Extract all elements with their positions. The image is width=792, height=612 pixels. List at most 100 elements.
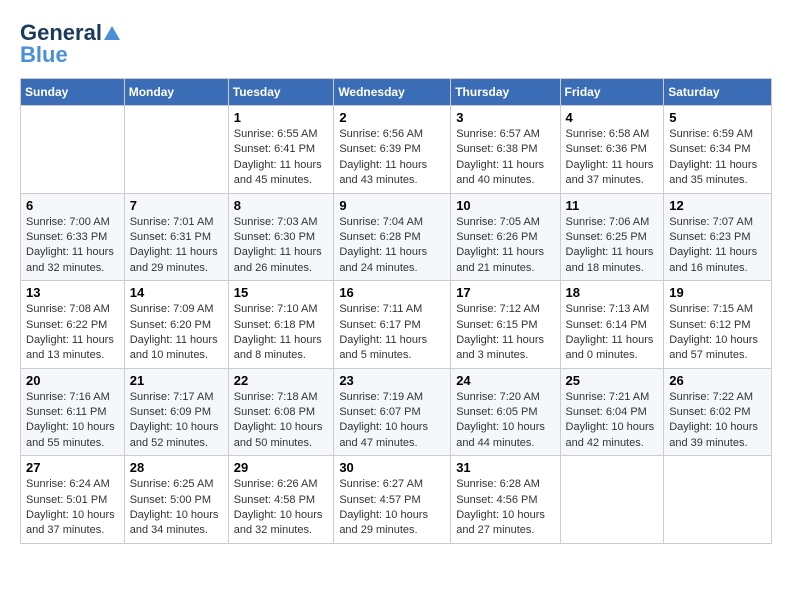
calendar-cell: 20 Sunrise: 7:16 AMSunset: 6:11 PMDayligh…	[21, 368, 125, 456]
day-info: Sunrise: 7:21 AMSunset: 6:04 PMDaylight:…	[566, 390, 659, 452]
day-number: 21	[130, 373, 223, 388]
calendar-cell: 12 Sunrise: 7:07 AMSunset: 6:23 PMDayligh…	[664, 193, 772, 281]
calendar-cell: 3 Sunrise: 6:57 AMSunset: 6:38 PMDaylight…	[451, 106, 560, 194]
day-number: 14	[130, 285, 223, 300]
day-info: Sunrise: 7:07 AMSunset: 6:23 PMDaylight:…	[669, 215, 766, 277]
calendar-cell: 25 Sunrise: 7:21 AMSunset: 6:04 PMDayligh…	[560, 368, 664, 456]
day-number: 9	[339, 198, 445, 213]
page-header: General Blue	[20, 20, 772, 68]
logo-icon	[103, 24, 121, 42]
calendar-cell: 23Sunrise: 7:19 AMSunset: 6:07 PMDayligh…	[334, 368, 451, 456]
calendar-cell: 21 Sunrise: 7:17 AMSunset: 6:09 PMDayligh…	[124, 368, 228, 456]
calendar-cell: 17 Sunrise: 7:12 AMSunset: 6:15 PMDayligh…	[451, 281, 560, 369]
day-number: 25	[566, 373, 659, 388]
calendar-cell: 7 Sunrise: 7:01 AMSunset: 6:31 PMDaylight…	[124, 193, 228, 281]
day-info: Sunrise: 7:12 AMSunset: 6:15 PMDaylight:…	[456, 302, 554, 364]
day-number: 26	[669, 373, 766, 388]
day-info: Sunrise: 6:27 AMSunset: 4:57 PMDaylight:…	[339, 477, 445, 539]
day-info: Sunrise: 7:16 AMSunset: 6:11 PMDaylight:…	[26, 390, 119, 452]
day-info: Sunrise: 7:11 AMSunset: 6:17 PMDaylight:…	[339, 302, 445, 364]
day-info: Sunrise: 6:25 AMSunset: 5:00 PMDaylight:…	[130, 477, 223, 539]
calendar-cell: 26 Sunrise: 7:22 AMSunset: 6:02 PMDayligh…	[664, 368, 772, 456]
day-number: 1	[234, 110, 329, 125]
day-info: Sunrise: 7:01 AMSunset: 6:31 PMDaylight:…	[130, 215, 223, 277]
calendar-week-3: 13Sunrise: 7:08 AMSunset: 6:22 PMDayligh…	[21, 281, 772, 369]
day-number: 16	[339, 285, 445, 300]
day-info: Sunrise: 7:04 AMSunset: 6:28 PMDaylight:…	[339, 215, 445, 277]
calendar-cell: 1 Sunrise: 6:55 AMSunset: 6:41 PMDaylight…	[228, 106, 334, 194]
day-number: 29	[234, 460, 329, 475]
day-number: 7	[130, 198, 223, 213]
day-number: 8	[234, 198, 329, 213]
day-info: Sunrise: 6:28 AMSunset: 4:56 PMDaylight:…	[456, 477, 554, 539]
calendar-table: SundayMondayTuesdayWednesdayThursdayFrid…	[20, 78, 772, 544]
day-number: 22	[234, 373, 329, 388]
day-info: Sunrise: 7:05 AMSunset: 6:26 PMDaylight:…	[456, 215, 554, 277]
weekday-header-saturday: Saturday	[664, 79, 772, 106]
calendar-cell: 10 Sunrise: 7:05 AMSunset: 6:26 PMDayligh…	[451, 193, 560, 281]
calendar-week-2: 6Sunrise: 7:00 AMSunset: 6:33 PMDaylight…	[21, 193, 772, 281]
day-info: Sunrise: 6:55 AMSunset: 6:41 PMDaylight:…	[234, 127, 329, 189]
day-number: 18	[566, 285, 659, 300]
calendar-cell	[664, 456, 772, 544]
weekday-header-monday: Monday	[124, 79, 228, 106]
calendar-cell: 22Sunrise: 7:18 AMSunset: 6:08 PMDayligh…	[228, 368, 334, 456]
calendar-cell: 16 Sunrise: 7:11 AMSunset: 6:17 PMDayligh…	[334, 281, 451, 369]
day-info: Sunrise: 7:08 AMSunset: 6:22 PMDaylight:…	[26, 302, 119, 364]
calendar-cell: 28Sunrise: 6:25 AMSunset: 5:00 PMDayligh…	[124, 456, 228, 544]
calendar-cell: 4 Sunrise: 6:58 AMSunset: 6:36 PMDaylight…	[560, 106, 664, 194]
day-info: Sunrise: 7:06 AMSunset: 6:25 PMDaylight:…	[566, 215, 659, 277]
day-number: 20	[26, 373, 119, 388]
day-number: 6	[26, 198, 119, 213]
day-info: Sunrise: 7:10 AMSunset: 6:18 PMDaylight:…	[234, 302, 329, 364]
calendar-cell: 27 Sunrise: 6:24 AMSunset: 5:01 PMDayligh…	[21, 456, 125, 544]
day-info: Sunrise: 6:59 AMSunset: 6:34 PMDaylight:…	[669, 127, 766, 189]
weekday-header-friday: Friday	[560, 79, 664, 106]
day-number: 31	[456, 460, 554, 475]
day-info: Sunrise: 6:57 AMSunset: 6:38 PMDaylight:…	[456, 127, 554, 189]
weekday-header-sunday: Sunday	[21, 79, 125, 106]
calendar-cell: 24Sunrise: 7:20 AMSunset: 6:05 PMDayligh…	[451, 368, 560, 456]
calendar-header-row: SundayMondayTuesdayWednesdayThursdayFrid…	[21, 79, 772, 106]
calendar-cell: 2Sunrise: 6:56 AMSunset: 6:39 PMDaylight…	[334, 106, 451, 194]
day-info: Sunrise: 7:20 AMSunset: 6:05 PMDaylight:…	[456, 390, 554, 452]
day-info: Sunrise: 6:58 AMSunset: 6:36 PMDaylight:…	[566, 127, 659, 189]
calendar-cell: 14 Sunrise: 7:09 AMSunset: 6:20 PMDayligh…	[124, 281, 228, 369]
calendar-cell: 15 Sunrise: 7:10 AMSunset: 6:18 PMDayligh…	[228, 281, 334, 369]
calendar-week-5: 27 Sunrise: 6:24 AMSunset: 5:01 PMDayligh…	[21, 456, 772, 544]
calendar-body: 1 Sunrise: 6:55 AMSunset: 6:41 PMDaylight…	[21, 106, 772, 544]
day-number: 15	[234, 285, 329, 300]
day-info: Sunrise: 7:15 AMSunset: 6:12 PMDaylight:…	[669, 302, 766, 364]
weekday-header-thursday: Thursday	[451, 79, 560, 106]
weekday-header-wednesday: Wednesday	[334, 79, 451, 106]
day-number: 4	[566, 110, 659, 125]
calendar-cell: 8 Sunrise: 7:03 AMSunset: 6:30 PMDaylight…	[228, 193, 334, 281]
day-info: Sunrise: 7:17 AMSunset: 6:09 PMDaylight:…	[130, 390, 223, 452]
calendar-week-4: 20 Sunrise: 7:16 AMSunset: 6:11 PMDayligh…	[21, 368, 772, 456]
day-number: 5	[669, 110, 766, 125]
calendar-cell: 6Sunrise: 7:00 AMSunset: 6:33 PMDaylight…	[21, 193, 125, 281]
day-info: Sunrise: 7:09 AMSunset: 6:20 PMDaylight:…	[130, 302, 223, 364]
logo: General Blue	[20, 20, 121, 68]
day-number: 11	[566, 198, 659, 213]
day-info: Sunrise: 7:13 AMSunset: 6:14 PMDaylight:…	[566, 302, 659, 364]
day-number: 12	[669, 198, 766, 213]
logo-blue: Blue	[20, 42, 68, 68]
calendar-cell	[124, 106, 228, 194]
day-number: 17	[456, 285, 554, 300]
calendar-cell: 31 Sunrise: 6:28 AMSunset: 4:56 PMDayligh…	[451, 456, 560, 544]
day-number: 23	[339, 373, 445, 388]
day-number: 19	[669, 285, 766, 300]
day-info: Sunrise: 6:24 AMSunset: 5:01 PMDaylight:…	[26, 477, 119, 539]
day-info: Sunrise: 7:03 AMSunset: 6:30 PMDaylight:…	[234, 215, 329, 277]
day-number: 10	[456, 198, 554, 213]
calendar-cell	[21, 106, 125, 194]
day-number: 27	[26, 460, 119, 475]
day-info: Sunrise: 7:22 AMSunset: 6:02 PMDaylight:…	[669, 390, 766, 452]
day-info: Sunrise: 6:26 AMSunset: 4:58 PMDaylight:…	[234, 477, 329, 539]
calendar-cell: 30Sunrise: 6:27 AMSunset: 4:57 PMDayligh…	[334, 456, 451, 544]
calendar-cell: 13Sunrise: 7:08 AMSunset: 6:22 PMDayligh…	[21, 281, 125, 369]
day-number: 2	[339, 110, 445, 125]
day-number: 3	[456, 110, 554, 125]
calendar-cell: 5 Sunrise: 6:59 AMSunset: 6:34 PMDaylight…	[664, 106, 772, 194]
